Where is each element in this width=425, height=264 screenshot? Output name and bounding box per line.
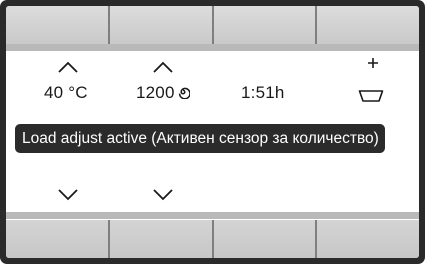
top-softkey-1[interactable] — [6, 6, 108, 44]
spin-speed-display: 1200 — [136, 83, 191, 103]
status-message: Load adjust active (Активен сензор за ко… — [15, 124, 385, 153]
top-softkey-3[interactable] — [213, 6, 316, 44]
detergent-tray-icon — [358, 90, 384, 102]
detergent-dosing-button[interactable] — [358, 89, 384, 103]
spin-speed-value: 1200 — [136, 83, 175, 102]
temperature-value: 40 °C — [44, 83, 88, 102]
plus-button[interactable] — [365, 55, 381, 71]
control-panel-screen: 40 °C 1200 1:51h Load adjust active (Акт… — [6, 6, 419, 258]
top-softkey-row — [6, 6, 419, 44]
spin-down-button[interactable] — [148, 185, 178, 205]
bottom-softkey-4[interactable] — [317, 220, 419, 258]
spin-up-button[interactable] — [148, 57, 178, 77]
bottom-divider — [6, 212, 419, 219]
chevron-down-icon — [153, 189, 173, 201]
chevron-down-icon — [58, 189, 78, 201]
chevron-up-icon — [153, 61, 173, 73]
top-softkey-2[interactable] — [109, 6, 212, 44]
bottom-softkey-2[interactable] — [109, 220, 212, 258]
time-remaining: 1:51h — [241, 83, 285, 102]
display-bezel: 40 °C 1200 1:51h Load adjust active (Акт… — [0, 0, 425, 264]
bottom-softkey-1[interactable] — [6, 220, 108, 258]
chevron-up-icon — [58, 61, 78, 73]
spin-icon — [178, 87, 191, 100]
top-softkey-4[interactable] — [317, 6, 419, 44]
bottom-softkey-3[interactable] — [213, 220, 316, 258]
top-divider — [6, 44, 419, 51]
plus-icon — [368, 58, 378, 68]
temperature-down-button[interactable] — [53, 185, 83, 205]
temperature-up-button[interactable] — [53, 57, 83, 77]
bottom-softkey-row — [6, 220, 419, 258]
main-display: 40 °C 1200 1:51h Load adjust active (Акт… — [6, 51, 419, 212]
